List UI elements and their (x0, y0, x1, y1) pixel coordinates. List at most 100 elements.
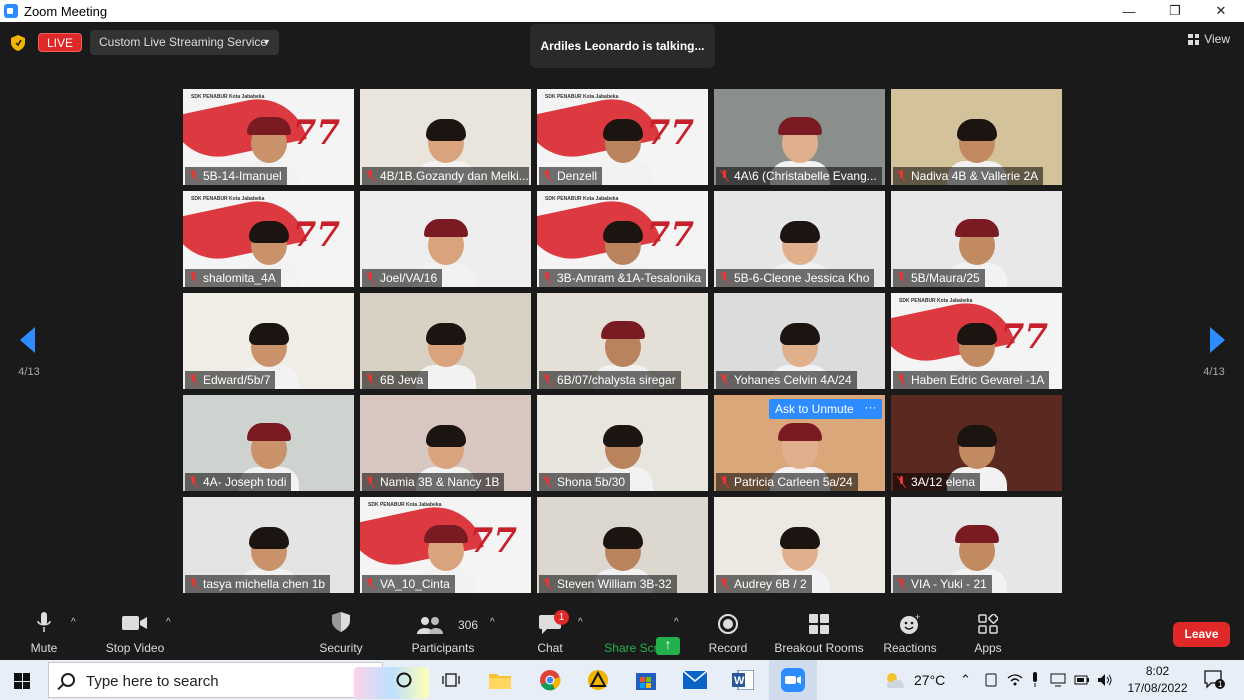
stop-video-label: Stop Video (105, 641, 165, 655)
participant-tile[interactable]: Yohanes Celvin 4A/24 (714, 293, 885, 389)
stream-service-dropdown[interactable]: Custom Live Streaming Service ▼ (90, 30, 279, 55)
microsoft-store-icon[interactable] (633, 668, 659, 692)
breakout-rooms-button[interactable]: Breakout Rooms (772, 602, 866, 660)
chevron-down-icon: ▼ (262, 37, 271, 47)
mute-button[interactable]: Mute (22, 602, 66, 660)
participant-name-label: 5B-6-Cleone Jessica Kho (716, 269, 875, 287)
participant-tile[interactable]: Namia 3B & Nancy 1B (360, 395, 531, 491)
tray-microphone-icon[interactable] (1030, 660, 1040, 700)
participant-name-label: 4A- Joseph todi (185, 473, 292, 491)
participant-name-label: 3B-Amram &1A-Tesalonika (539, 269, 706, 287)
battery-icon[interactable] (1074, 660, 1090, 700)
participant-tile[interactable]: SDK PENABUR Kota Jababeka 77 5B-14-Imanuel (183, 89, 354, 185)
participant-tile[interactable]: 4B/1B.Gozandy dan Melki... (360, 89, 531, 185)
tile-more-options-button[interactable]: ··· (859, 399, 882, 419)
participant-tile[interactable]: Edward/5b/7 (183, 293, 354, 389)
virtual-background-anniversary-number: 77 (292, 113, 340, 153)
participant-tile[interactable]: Joel/VA/16 (360, 191, 531, 287)
encryption-shield-icon[interactable] (11, 35, 25, 51)
record-button[interactable]: Record (706, 602, 750, 660)
tray-overflow-chevron-icon[interactable]: ⌃ (960, 660, 971, 700)
muted-microphone-icon (366, 272, 375, 284)
participant-tile[interactable]: SDK PENABUR Kota Jababeka 77 shalomita_4A (183, 191, 354, 287)
participant-tile[interactable]: 5B-6-Cleone Jessica Kho (714, 191, 885, 287)
chrome-icon[interactable] (537, 668, 563, 692)
participant-tile[interactable]: Nadiva 4B & Vallerie 2A (891, 89, 1062, 185)
word-icon[interactable]: W (730, 668, 756, 692)
apps-button[interactable]: Apps (970, 602, 1006, 660)
windows-start-icon[interactable] (14, 673, 30, 689)
clock-date: 17/08/2022 (1127, 681, 1188, 695)
file-explorer-icon[interactable] (487, 668, 513, 692)
participant-tile[interactable]: 3A/12 elena (891, 395, 1062, 491)
virtual-background-anniversary-number: 77 (646, 113, 694, 153)
ask-to-unmute-button[interactable]: Ask to Unmute (769, 399, 860, 419)
stream-service-label: Custom Live Streaming Service (99, 35, 268, 49)
participant-tile[interactable]: 4A\6 (Christabelle Evang... (714, 89, 885, 185)
participant-tile[interactable]: tasya michella chen 1b (183, 497, 354, 593)
reactions-button[interactable]: + Reactions (882, 602, 938, 660)
window-titlebar: Zoom Meeting — ❐ ✕ (0, 0, 1244, 22)
muted-microphone-icon (543, 170, 552, 182)
participant-tile[interactable]: 6B/07/chalysta siregar (537, 293, 708, 389)
taskbar-clock[interactable]: 8:02 17/08/2022 (1120, 663, 1195, 697)
live-badge[interactable]: LIVE (38, 33, 83, 52)
tray-monitor-icon[interactable] (1050, 660, 1066, 700)
share-screen-button[interactable]: Share Screen (602, 602, 680, 660)
muted-microphone-icon (543, 374, 552, 386)
chat-options-caret-icon[interactable]: ^ (578, 617, 583, 628)
wifi-icon[interactable] (1007, 660, 1023, 700)
muted-microphone-icon (366, 374, 375, 386)
app-triangle-icon[interactable] (585, 668, 611, 692)
view-label: View (1204, 32, 1230, 46)
participant-tile[interactable]: SDK PENABUR Kota Jababeka 77 Denzell (537, 89, 708, 185)
muted-microphone-icon (897, 272, 906, 284)
share-options-caret-icon[interactable]: ^ (674, 617, 679, 628)
participant-tile[interactable]: SDK PENABUR Kota Jababeka 77 Haben Edric G… (891, 293, 1062, 389)
video-options-caret-icon[interactable]: ^ (166, 617, 171, 628)
previous-page-arrow-icon[interactable] (20, 327, 35, 353)
next-page-arrow-icon[interactable] (1210, 327, 1225, 353)
restore-button[interactable]: ❐ (1152, 0, 1198, 22)
participant-name-label: 3A/12 elena (893, 473, 981, 491)
gallery-view-icon (1188, 33, 1200, 45)
notification-center-icon[interactable]: 1 (1204, 660, 1226, 700)
participant-tile[interactable]: SDK PENABUR Kota Jababeka 77 3B-Amram &1A-… (537, 191, 708, 287)
cortana-circle-icon[interactable] (391, 668, 417, 692)
volume-icon[interactable] (1097, 660, 1113, 700)
participant-name-label: 5B/Maura/25 (893, 269, 985, 287)
participant-tile[interactable]: 5B/Maura/25 (891, 191, 1062, 287)
participants-options-caret-icon[interactable]: ^ (490, 617, 495, 628)
participants-button[interactable]: 306 Participants (408, 602, 478, 660)
participant-tile[interactable]: Shona 5b/30 (537, 395, 708, 491)
security-button[interactable]: Security (316, 602, 366, 660)
microphone-icon (37, 612, 51, 632)
muted-microphone-icon (189, 272, 198, 284)
participant-tile[interactable]: SDK PENABUR Kota Jababeka 77 VA_10_Cinta (360, 497, 531, 593)
muted-microphone-icon (189, 170, 198, 182)
participant-tile[interactable]: 4A- Joseph todi (183, 395, 354, 491)
taskbar-search-input[interactable]: Type here to search (48, 662, 429, 699)
stop-video-button[interactable]: Stop Video (100, 602, 170, 660)
participant-name: 5B-14-Imanuel (203, 169, 282, 183)
participant-tile[interactable]: 6B Jeva (360, 293, 531, 389)
participants-label: Participants (411, 641, 475, 655)
view-button[interactable]: View (1188, 32, 1230, 46)
minimize-button[interactable]: — (1106, 0, 1152, 22)
participant-tile[interactable]: VIA - Yuki - 21 (891, 497, 1062, 593)
mail-icon[interactable] (682, 668, 708, 692)
close-button[interactable]: ✕ (1198, 0, 1244, 22)
participant-name: shalomita_4A (203, 271, 276, 285)
zoom-taskbar-icon[interactable] (780, 668, 806, 692)
participant-name: 3A/12 elena (911, 475, 976, 489)
participant-tile[interactable]: Audrey 6B / 2 (714, 497, 885, 593)
participants-count: 306 (458, 618, 479, 632)
mute-label: Mute (30, 641, 58, 655)
weather-widget[interactable]: 27°C (884, 660, 945, 700)
participant-tile[interactable]: Steven William 3B-32 (537, 497, 708, 593)
mute-options-caret-icon[interactable]: ^ (71, 617, 76, 628)
task-view-icon[interactable] (438, 668, 464, 692)
leave-button[interactable]: Leave (1173, 622, 1230, 647)
meeting-toolbar: Mute ^ Stop Video ^ Security 306 Partici… (0, 602, 1244, 660)
tray-tablet-icon[interactable] (984, 660, 998, 700)
